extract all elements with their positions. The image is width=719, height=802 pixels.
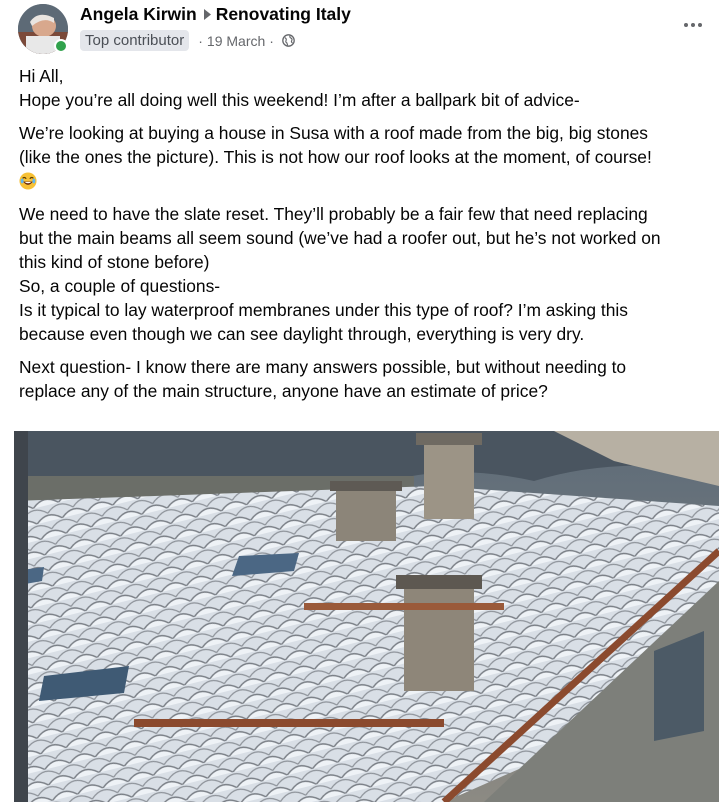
post-date[interactable]: 19 March <box>207 33 265 49</box>
group-name[interactable]: Renovating Italy <box>216 4 351 25</box>
greeting-text: Hi All, <box>19 66 64 86</box>
paragraph-line: Next question- I know there are many ans… <box>19 357 627 377</box>
online-status-dot <box>54 39 68 53</box>
top-contributor-badge[interactable]: Top contributor <box>80 30 190 51</box>
meta-separator: · <box>269 32 274 49</box>
paragraph-line: replace any of the main structure, anyon… <box>19 381 548 401</box>
paragraph-line: We need to have the slate reset. They’ll… <box>19 204 648 224</box>
post-photo[interactable] <box>14 431 719 802</box>
paragraph-line: We’re looking at buying a house in Susa … <box>19 123 649 143</box>
post-header-title: Angela Kirwin Renovating Italy <box>80 4 351 25</box>
paragraph-line: Is it typical to lay waterproof membrane… <box>19 300 628 320</box>
paragraph-line: because even though we can see daylight … <box>19 324 585 344</box>
caret-right-icon <box>203 9 211 20</box>
paragraph-line: (like the ones the picture). This is not… <box>19 147 652 167</box>
more-options-icon[interactable] <box>679 13 707 37</box>
author-name[interactable]: Angela Kirwin <box>80 4 197 25</box>
laughing-emoji <box>19 169 714 193</box>
paragraph-line: So, a couple of questions- <box>19 276 221 296</box>
paragraph-line: but the main beams all seem sound (we’ve… <box>19 228 661 248</box>
post-meta: Top contributor · 19 March · <box>80 30 295 51</box>
paragraph-line: this kind of stone before) <box>19 252 210 272</box>
globe-icon[interactable] <box>282 34 295 47</box>
intro-text: Hope you’re all doing well this weekend!… <box>19 90 580 110</box>
meta-separator: · <box>198 32 203 49</box>
post-text: Hi All, Hope you’re all doing well this … <box>19 64 714 412</box>
author-avatar[interactable] <box>18 4 68 54</box>
post-card: Angela Kirwin Renovating Italy Top contr… <box>0 0 719 802</box>
